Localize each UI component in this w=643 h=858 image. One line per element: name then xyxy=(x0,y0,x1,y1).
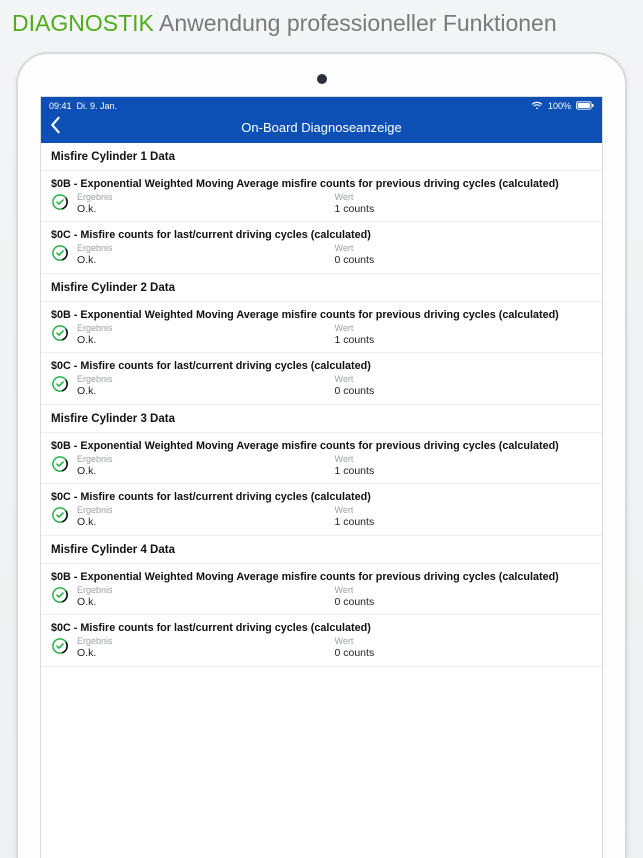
result-value: O.k. xyxy=(77,647,335,660)
check-ok-icon xyxy=(51,586,69,604)
battery-icon xyxy=(576,101,594,110)
nav-bar: On-Board Diagnoseanzeige xyxy=(41,111,602,143)
value-value: 0 counts xyxy=(335,254,593,267)
result-value: O.k. xyxy=(77,385,335,398)
result-label: Ergebnis xyxy=(77,244,335,254)
value-label: Wert xyxy=(335,324,593,334)
result-label: Ergebnis xyxy=(77,586,335,596)
value-label: Wert xyxy=(335,244,593,254)
value-value: 1 counts xyxy=(335,203,593,216)
result-value: O.k. xyxy=(77,596,335,609)
value-label: Wert xyxy=(335,455,593,465)
item-title: $0C - Misfire counts for last/current dr… xyxy=(51,622,592,634)
value-value: 1 counts xyxy=(335,334,593,347)
value-label: Wert xyxy=(335,586,593,596)
section-header: Misfire Cylinder 1 Data xyxy=(41,143,602,171)
tablet-frame: 09:41 Di. 9. Jan. 100% On-Board xyxy=(16,52,627,858)
item-title: $0C - Misfire counts for last/current dr… xyxy=(51,360,592,372)
section-header: Misfire Cylinder 2 Data xyxy=(41,274,602,302)
result-label: Ergebnis xyxy=(77,637,335,647)
result-label: Ergebnis xyxy=(77,324,335,334)
check-ok-icon xyxy=(51,506,69,524)
value-value: 0 counts xyxy=(335,385,593,398)
result-value: O.k. xyxy=(77,516,335,529)
result-label: Ergebnis xyxy=(77,506,335,516)
promo-text: Anwendung professioneller Funktionen xyxy=(159,10,557,36)
list-item[interactable]: $0C - Misfire counts for last/current dr… xyxy=(41,353,602,404)
value-label: Wert xyxy=(335,637,593,647)
item-title: $0B - Exponential Weighted Moving Averag… xyxy=(51,178,592,190)
promo-header: DIAGNOSTIK Anwendung professioneller Fun… xyxy=(0,0,643,43)
check-ok-icon xyxy=(51,244,69,262)
item-title: $0C - Misfire counts for last/current dr… xyxy=(51,229,592,241)
list-item[interactable]: $0B - Exponential Weighted Moving Averag… xyxy=(41,302,602,353)
value-value: 1 counts xyxy=(335,516,593,529)
list-item[interactable]: $0C - Misfire counts for last/current dr… xyxy=(41,484,602,535)
value-label: Wert xyxy=(335,193,593,203)
diagnostic-list[interactable]: Misfire Cylinder 1 Data $0B - Exponential… xyxy=(41,143,602,667)
screen: 09:41 Di. 9. Jan. 100% On-Board xyxy=(40,96,603,858)
section-header: Misfire Cylinder 4 Data xyxy=(41,536,602,564)
result-value: O.k. xyxy=(77,465,335,478)
top-blue-bar: 09:41 Di. 9. Jan. 100% On-Board xyxy=(41,97,602,143)
promo-highlight: DIAGNOSTIK xyxy=(12,10,154,36)
list-item[interactable]: $0C - Misfire counts for last/current dr… xyxy=(41,615,602,666)
item-title: $0B - Exponential Weighted Moving Averag… xyxy=(51,309,592,321)
camera-dot xyxy=(317,74,327,84)
list-item[interactable]: $0B - Exponential Weighted Moving Averag… xyxy=(41,564,602,615)
result-label: Ergebnis xyxy=(77,455,335,465)
item-title: $0C - Misfire counts for last/current dr… xyxy=(51,491,592,503)
status-bar: 09:41 Di. 9. Jan. 100% xyxy=(41,97,602,111)
item-title: $0B - Exponential Weighted Moving Averag… xyxy=(51,440,592,452)
item-title: $0B - Exponential Weighted Moving Averag… xyxy=(51,571,592,583)
value-label: Wert xyxy=(335,375,593,385)
result-value: O.k. xyxy=(77,203,335,216)
status-battery-text: 100% xyxy=(548,101,571,111)
wifi-icon xyxy=(531,101,543,110)
check-ok-icon xyxy=(51,324,69,342)
back-button[interactable] xyxy=(49,116,61,138)
value-label: Wert xyxy=(335,506,593,516)
check-ok-icon xyxy=(51,455,69,473)
value-value: 1 counts xyxy=(335,465,593,478)
list-item[interactable]: $0B - Exponential Weighted Moving Averag… xyxy=(41,171,602,222)
result-label: Ergebnis xyxy=(77,375,335,385)
check-ok-icon xyxy=(51,193,69,211)
nav-title: On-Board Diagnoseanzeige xyxy=(241,120,401,135)
check-ok-icon xyxy=(51,375,69,393)
status-time: 09:41 xyxy=(49,101,72,111)
value-value: 0 counts xyxy=(335,596,593,609)
section-header: Misfire Cylinder 3 Data xyxy=(41,405,602,433)
result-value: O.k. xyxy=(77,334,335,347)
value-value: 0 counts xyxy=(335,647,593,660)
result-value: O.k. xyxy=(77,254,335,267)
status-date: Di. 9. Jan. xyxy=(77,101,118,111)
list-item[interactable]: $0C - Misfire counts for last/current dr… xyxy=(41,222,602,273)
list-item[interactable]: $0B - Exponential Weighted Moving Averag… xyxy=(41,433,602,484)
result-label: Ergebnis xyxy=(77,193,335,203)
check-ok-icon xyxy=(51,637,69,655)
